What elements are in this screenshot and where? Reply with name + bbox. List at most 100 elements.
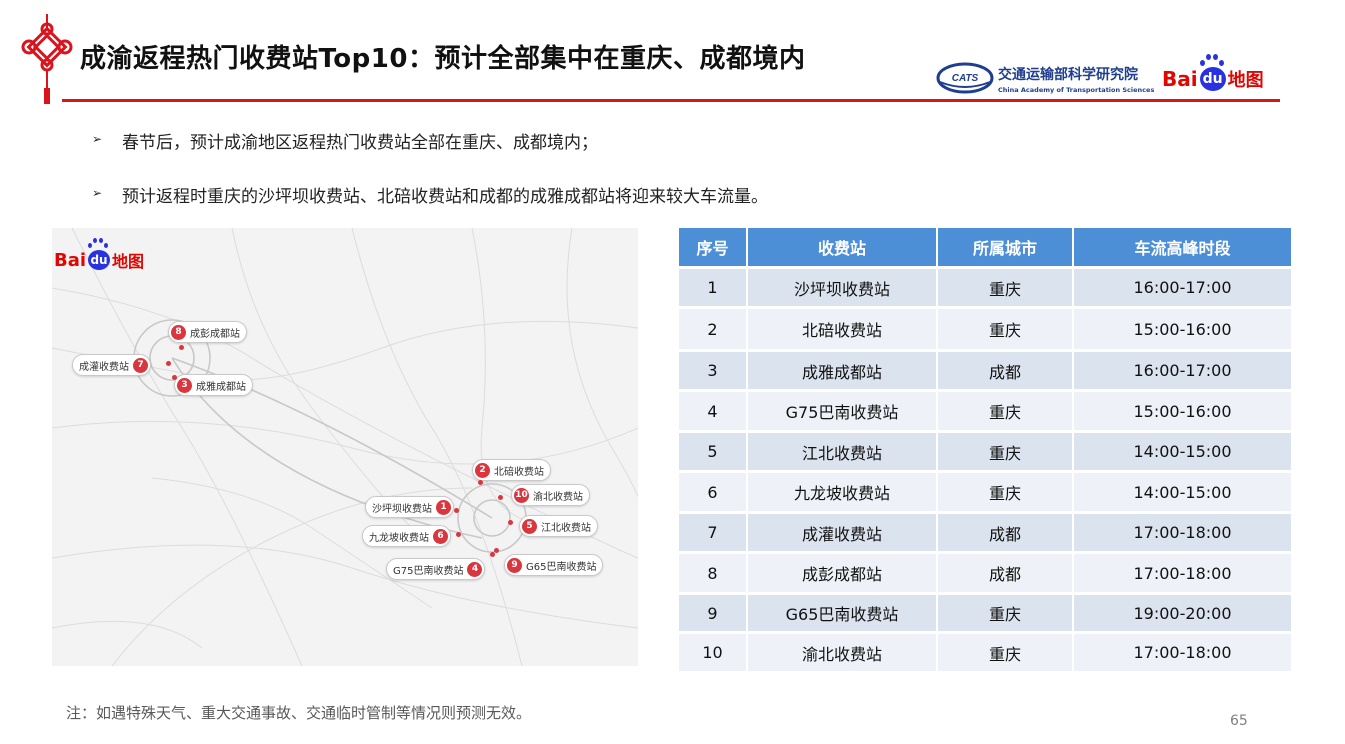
baidu-map-logo: Bai du 地图 [1162,54,1264,92]
marker-number: 8 [171,324,186,340]
location-dot [179,345,184,350]
table-row: 6 九龙坡收费站 重庆 14:00-15:00 [679,471,1293,514]
cats-org: 交通运输部科学研究院 China Academy of Transportati… [998,64,1154,94]
marker-number: 7 [133,357,148,373]
cell-rank: 3 [679,350,748,392]
map-marker-5[interactable]: 5 江北收费站 [519,515,598,537]
marker-label: 沙坪坝收费站 [372,503,432,515]
map-marker-4[interactable]: G75巴南收费站 4 [386,558,486,580]
cell-city: 重庆 [937,431,1074,473]
table-row: 5 江北收费站 重庆 14:00-15:00 [679,431,1293,473]
cats-name-en: China Academy of Transportation Sciences [998,86,1155,94]
table-row: 2 北碚收费站 重庆 15:00-16:00 [679,307,1293,352]
marker-label: 江北收费站 [541,522,591,534]
location-dot [508,520,513,525]
cell-rank: 8 [679,552,748,595]
cell-station: G75巴南收费站 [747,390,938,433]
cell-city: 成都 [937,350,1074,392]
cell-peak: 17:00-18:00 [1073,632,1293,674]
marker-label: 成灌收费站 [79,361,129,373]
marker-number: 1 [436,499,451,515]
chinese-knot-icon [21,14,73,104]
table-row: 4 G75巴南收费站 重庆 15:00-16:00 [679,390,1293,433]
cell-city: 重庆 [937,593,1074,634]
table-row: 7 成灌收费站 成都 17:00-18:00 [679,512,1293,554]
cell-peak: 16:00-17:00 [1073,350,1293,392]
marker-number: 5 [522,518,537,534]
page-number: 65 [1230,713,1248,729]
location-dot [498,495,503,500]
column-header-station: 收费站 [747,228,938,269]
marker-number: 6 [433,528,448,544]
baidu-du-text: du [1199,67,1226,91]
marker-label: G65巴南收费站 [526,561,597,573]
cell-peak: 15:00-16:00 [1073,307,1293,352]
cats-name-cn: 交通运输部科学研究院 [998,67,1138,83]
map-marker-7[interactable]: 成灌收费站 7 [72,354,151,376]
cell-station: G65巴南收费站 [747,593,938,634]
marker-number: 4 [467,561,483,577]
marker-number: 9 [507,557,522,573]
map-baidu-ditu: 地图 [112,252,145,271]
bullet-text: 春节后，预计成渝地区返程热门收费站全部在重庆、成都境内； [122,133,598,153]
cell-city: 成都 [937,552,1074,595]
cell-peak: 14:00-15:00 [1073,431,1293,473]
cell-station: 沙坪坝收费站 [747,267,938,309]
map-marker-9[interactable]: 9 G65巴南收费站 [504,554,604,576]
map-marker-1[interactable]: 沙坪坝收费站 1 [365,496,454,518]
baidu-bai-text: Bai [1162,67,1198,91]
table-header-row: 序号 收费站 所属城市 车流高峰时段 [679,228,1293,269]
table-row: 10 渝北收费站 重庆 17:00-18:00 [679,632,1293,674]
footnote: 注：如遇特殊天气、重大交通事故、交通临时管制等情况则预测无效。 [66,704,532,722]
map-marker-6[interactable]: 九龙坡收费站 6 [362,525,451,547]
location-dot [166,361,171,366]
table-row: 9 G65巴南收费站 重庆 19:00-20:00 [679,593,1293,634]
table-body: 1 沙坪坝收费站 重庆 16:00-17:00 2 北碚收费站 重庆 15:00-16:00 3… [679,267,1293,674]
cell-rank: 4 [679,390,748,433]
cell-peak: 16:00-17:00 [1073,267,1293,309]
cell-station: 渝北收费站 [747,632,938,674]
toll-station-map: Bai du 地图 8 成彭成都站 成灌收费站 7 3 成雅成都站 2 北碚收费… [52,228,638,666]
cell-rank: 7 [679,512,748,554]
bullet-arrow-icon: ➢ [92,132,103,146]
location-dot [454,508,459,513]
cell-city: 重庆 [937,307,1074,352]
cell-city: 成都 [937,512,1074,554]
baidu-ditu-text: 地图 [1227,70,1264,91]
column-header-city: 所属城市 [937,228,1074,269]
map-marker-10[interactable]: 10 渝北收费站 [511,484,590,506]
map-marker-8[interactable]: 8 成彭成都站 [168,321,247,343]
cell-city: 重庆 [937,390,1074,433]
map-baidu-du: du [88,250,111,270]
marker-label: 九龙坡收费站 [369,532,429,544]
bullet-arrow-icon: ➢ [92,186,103,200]
toll-station-table: 序号 收费站 所属城市 车流高峰时段 1 沙坪坝收费站 重庆 16:00-17:00 2… [679,228,1293,674]
cell-peak: 19:00-20:00 [1073,593,1293,634]
title-divider [62,99,1280,102]
cell-peak: 14:00-15:00 [1073,471,1293,514]
location-dot [490,552,495,557]
location-dot [456,532,461,537]
cell-rank: 1 [679,267,748,309]
map-baidu-logo: Bai du 地图 [54,238,145,272]
cell-rank: 6 [679,471,748,514]
cell-peak: 15:00-16:00 [1073,390,1293,433]
map-roads [52,228,638,666]
cell-station: 江北收费站 [747,431,938,473]
cell-rank: 10 [679,632,748,674]
cats-logo: CATS [936,62,994,94]
page-title: 成渝返程热门收费站Top10：预计全部集中在重庆、成都境内 [80,44,806,74]
bullet-list: ➢ 春节后，预计成渝地区返程热门收费站全部在重庆、成都境内； ➢ 预计返程时重庆… [92,128,768,236]
cell-rank: 9 [679,593,748,634]
cell-city: 重庆 [937,632,1074,674]
column-header-peak: 车流高峰时段 [1073,228,1293,269]
map-marker-3[interactable]: 3 成雅成都站 [174,374,253,396]
map-baidu-bai: Bai [54,249,87,271]
marker-number: 10 [514,487,529,503]
cell-station: 成灌收费站 [747,512,938,554]
table-row: 1 沙坪坝收费站 重庆 16:00-17:00 [679,267,1293,309]
table-row: 8 成彭成都站 成都 17:00-18:00 [679,552,1293,595]
cell-city: 重庆 [937,267,1074,309]
map-marker-2[interactable]: 2 北碚收费站 [472,459,551,481]
marker-label: 成彭成都站 [190,328,240,340]
